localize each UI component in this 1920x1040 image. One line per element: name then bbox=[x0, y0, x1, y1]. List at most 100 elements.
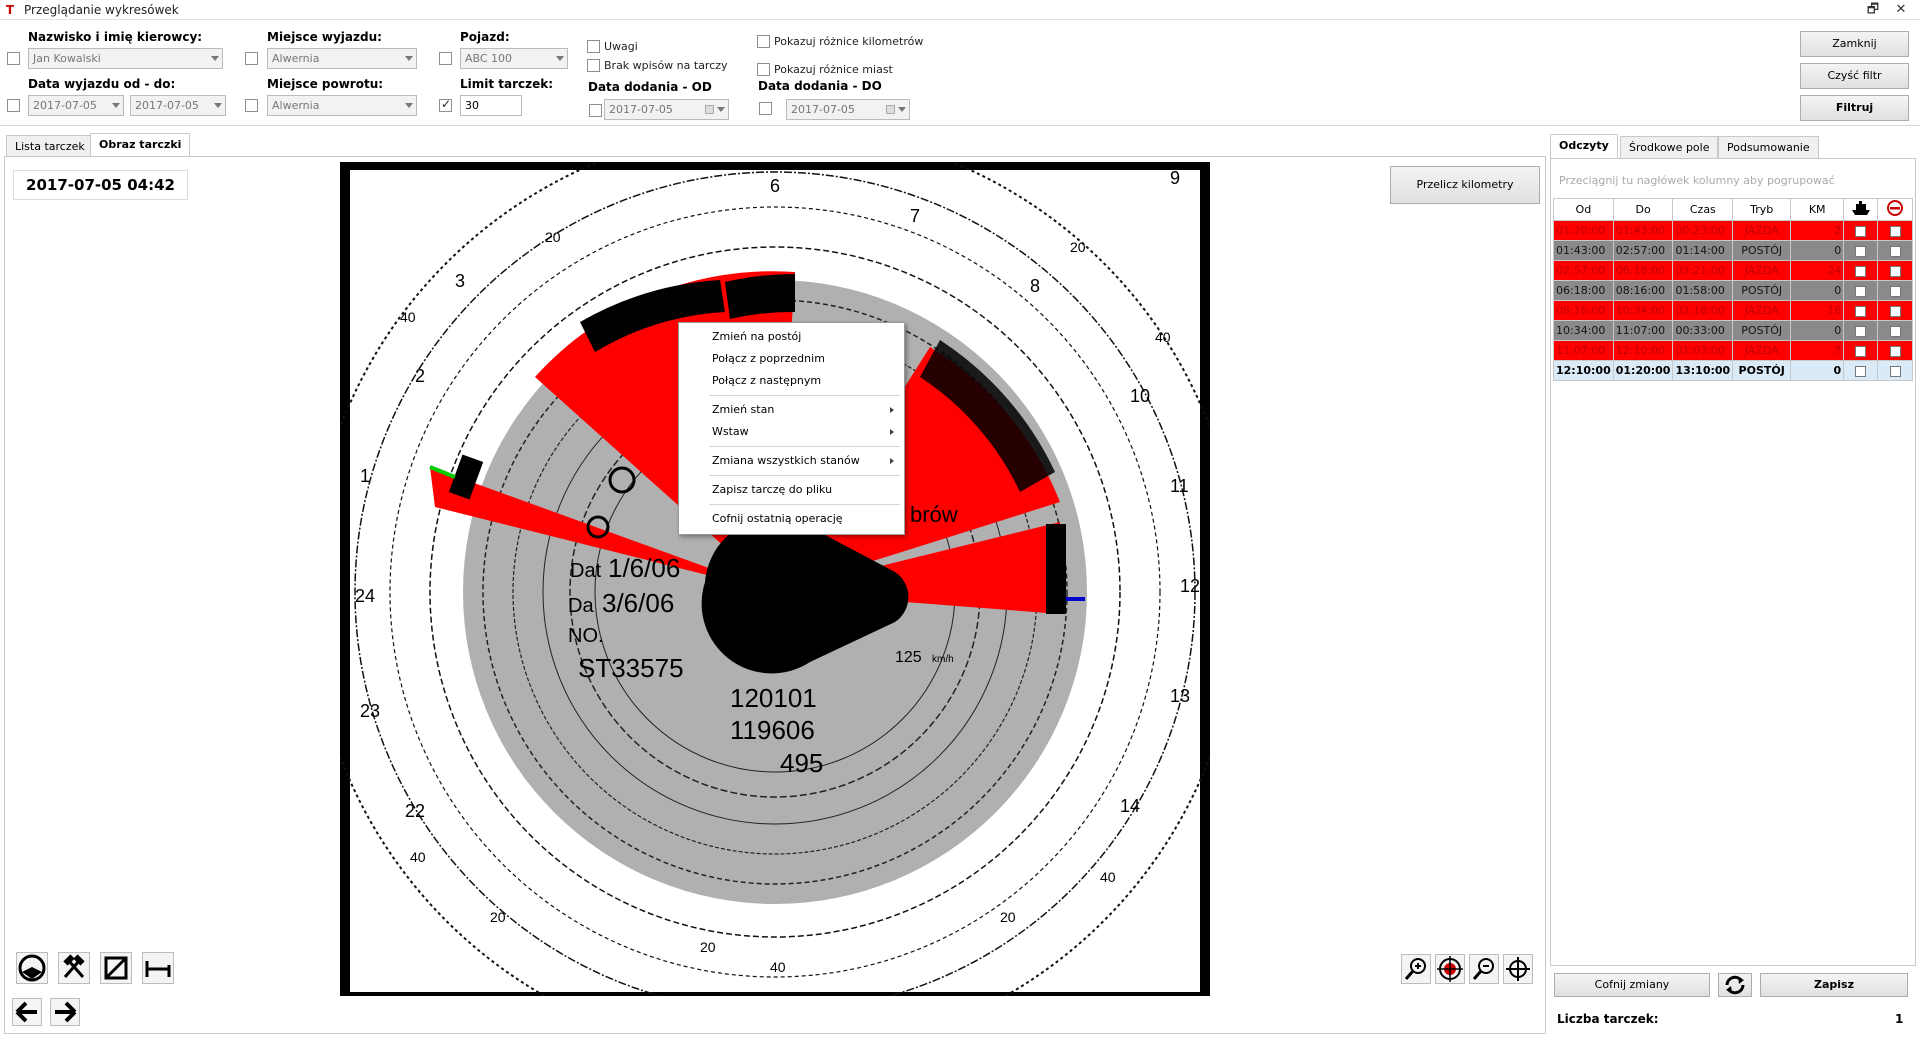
undo-changes-button[interactable]: Cofnij zmiany bbox=[1554, 973, 1710, 997]
driver-combo[interactable]: Jan Kowalski bbox=[28, 48, 223, 69]
center-crosshair-icon[interactable] bbox=[1503, 954, 1533, 984]
exclude-checkbox[interactable] bbox=[1889, 285, 1901, 297]
cell-to: 06:18:00 bbox=[1612, 260, 1674, 281]
exclude-checkbox[interactable] bbox=[1889, 245, 1901, 257]
menu-item-merge-previous[interactable]: Połącz z poprzednim bbox=[712, 352, 825, 365]
ferry-checkbox[interactable] bbox=[1855, 245, 1867, 257]
return-place-combo[interactable]: Alwernia bbox=[267, 95, 417, 116]
table-row[interactable]: 06:18:00 08:16:00 01:58:00 POSTÓJ 0 bbox=[1553, 280, 1914, 301]
menu-item-undo-last[interactable]: Cofnij ostatnią operację bbox=[712, 512, 843, 525]
menu-item-change-state[interactable]: Zmień stan bbox=[712, 403, 774, 416]
added-to-picker[interactable]: 2017-07-05 bbox=[786, 99, 910, 120]
date-range-checkbox[interactable] bbox=[7, 99, 20, 112]
clear-filter-button[interactable]: Czyść filtr bbox=[1800, 63, 1909, 89]
arrow-right-icon[interactable] bbox=[50, 998, 80, 1026]
table-row[interactable]: 11:07:00 12:10:00 01:03:00 JAZDA 7 bbox=[1553, 340, 1914, 361]
km-diff-checkbox[interactable] bbox=[757, 35, 770, 48]
menu-item-change-to-stop[interactable]: Zmień na postój bbox=[712, 330, 801, 343]
hour-label-13: 13 bbox=[1170, 686, 1190, 706]
exclude-checkbox[interactable] bbox=[1889, 325, 1901, 337]
ferry-checkbox[interactable] bbox=[1855, 305, 1867, 317]
menu-item-merge-next[interactable]: Połącz z następnym bbox=[712, 374, 821, 387]
col-header-exclude[interactable] bbox=[1877, 198, 1914, 221]
date-to-picker[interactable]: 2017-07-05 bbox=[130, 95, 226, 116]
place-diff-checkbox[interactable] bbox=[757, 63, 770, 76]
zoom-in-icon[interactable] bbox=[1401, 954, 1431, 984]
table-row[interactable]: 01:20:00 01:43:00 00:23:00 JAZDA 2 bbox=[1553, 220, 1914, 241]
recalc-km-button[interactable]: Przelicz kilometry bbox=[1390, 166, 1540, 204]
tachograph-disc-view[interactable]: Dat 1/6/06 Da 3/6/06 NO. ST33575 120101 … bbox=[309, 126, 1241, 1040]
tab-summary[interactable]: Podsumowanie bbox=[1718, 136, 1819, 158]
menu-item-change-all-states[interactable]: Zmiana wszystkich stanów bbox=[712, 454, 860, 467]
exclude-checkbox[interactable] bbox=[1889, 365, 1901, 377]
target-icon[interactable] bbox=[1435, 954, 1465, 984]
vehicle-combo[interactable]: ABC 100 bbox=[460, 48, 568, 69]
zoom-out-icon[interactable] bbox=[1469, 954, 1499, 984]
limit-checkbox[interactable] bbox=[439, 97, 452, 112]
tab-disc-list[interactable]: Lista tarczek bbox=[6, 135, 94, 157]
remarks-checkbox[interactable] bbox=[587, 40, 600, 53]
exclude-checkbox[interactable] bbox=[1889, 305, 1901, 317]
cell-from: 02:57:00 bbox=[1553, 260, 1614, 281]
dat-value: 1/6/06 bbox=[608, 553, 680, 583]
hour-label-8: 8 bbox=[1030, 276, 1040, 296]
cell-from: 10:34:00 bbox=[1553, 320, 1614, 341]
date-from-picker[interactable]: 2017-07-05 bbox=[28, 95, 124, 116]
exclude-checkbox[interactable] bbox=[1889, 345, 1901, 357]
refresh-icon bbox=[1725, 975, 1745, 995]
col-header-km[interactable]: KM bbox=[1790, 198, 1845, 221]
rest-bed-icon[interactable] bbox=[142, 952, 174, 984]
added-to-checkbox[interactable] bbox=[759, 102, 772, 115]
cell-exclude bbox=[1877, 240, 1914, 261]
arrow-left-icon[interactable] bbox=[12, 998, 42, 1026]
steering-wheel-icon[interactable] bbox=[16, 952, 48, 984]
availability-icon[interactable] bbox=[100, 952, 132, 984]
zoom-in-graphic bbox=[1404, 958, 1426, 980]
col-header-to[interactable]: Do bbox=[1612, 198, 1674, 221]
col-header-mode[interactable]: Tryb bbox=[1732, 198, 1792, 221]
ferry-checkbox[interactable] bbox=[1855, 365, 1867, 377]
tab-disc-image[interactable]: Obraz tarczki bbox=[90, 133, 191, 157]
close-window-icon[interactable]: ✕ bbox=[1890, 1, 1912, 19]
vehicle-checkbox[interactable] bbox=[439, 52, 452, 65]
menu-item-save-disc[interactable]: Zapisz tarczę do pliku bbox=[712, 483, 832, 496]
ferry-checkbox[interactable] bbox=[1855, 285, 1867, 297]
exclude-checkbox[interactable] bbox=[1889, 265, 1901, 277]
ferry-checkbox[interactable] bbox=[1855, 325, 1867, 337]
departure-place-combo[interactable]: Alwernia bbox=[267, 48, 417, 69]
cell-exclude bbox=[1877, 320, 1914, 341]
disc-count-label: Liczba tarczek: bbox=[1557, 1012, 1659, 1026]
added-from-picker[interactable]: 2017-07-05 bbox=[604, 99, 729, 120]
filter-button[interactable]: Filtruj bbox=[1800, 95, 1909, 121]
chevron-down-icon bbox=[211, 56, 219, 61]
table-row[interactable]: 10:34:00 11:07:00 00:33:00 POSTÓJ 0 bbox=[1553, 320, 1914, 341]
exclude-checkbox[interactable] bbox=[1889, 225, 1901, 237]
close-button[interactable]: Zamknij bbox=[1800, 31, 1909, 57]
tab-readings[interactable]: Odczyty bbox=[1550, 134, 1618, 158]
tab-center-field[interactable]: Środkowe pole bbox=[1620, 136, 1719, 158]
added-from-checkbox[interactable] bbox=[589, 104, 602, 117]
restore-window-icon[interactable]: 🗗 bbox=[1862, 1, 1884, 19]
table-row[interactable]: 12:10:00 01:20:00 13:10:00 POSTÓJ 0 bbox=[1553, 360, 1914, 381]
col-header-from[interactable]: Od bbox=[1553, 198, 1614, 221]
col-header-time[interactable]: Czas bbox=[1672, 198, 1734, 221]
driver-checkbox[interactable] bbox=[7, 52, 20, 65]
refresh-button[interactable] bbox=[1718, 973, 1752, 997]
return-place-checkbox[interactable] bbox=[245, 99, 258, 112]
hammers-work-icon[interactable] bbox=[58, 952, 90, 984]
menu-item-insert[interactable]: Wstaw bbox=[712, 425, 749, 438]
departure-place-checkbox[interactable] bbox=[245, 52, 258, 65]
save-button[interactable]: Zapisz bbox=[1760, 973, 1908, 997]
col-header-ferry[interactable] bbox=[1843, 198, 1879, 221]
availability-graphic bbox=[104, 956, 128, 980]
speed-scale-8: 40 bbox=[770, 959, 786, 975]
ferry-checkbox[interactable] bbox=[1855, 225, 1867, 237]
ferry-checkbox[interactable] bbox=[1855, 265, 1867, 277]
table-row[interactable]: 08:16:00 10:34:00 02:18:00 JAZDA 16 bbox=[1553, 300, 1914, 321]
cell-time: 13:10:00 bbox=[1672, 360, 1734, 381]
no-entries-checkbox[interactable] bbox=[587, 59, 600, 72]
table-row[interactable]: 02:57:00 06:18:00 03:21:00 JAZDA 24 bbox=[1553, 260, 1914, 281]
limit-input[interactable]: 30 bbox=[460, 95, 522, 116]
ferry-checkbox[interactable] bbox=[1855, 345, 1867, 357]
table-row[interactable]: 01:43:00 02:57:00 01:14:00 POSTÓJ 0 bbox=[1553, 240, 1914, 261]
